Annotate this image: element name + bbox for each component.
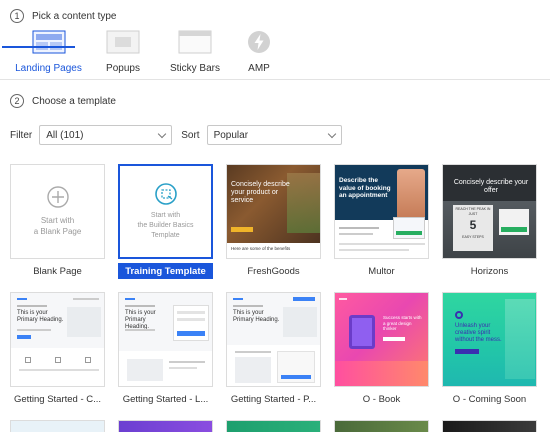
template-card-freshgoods[interactable]: Concisely describe your product or servi… bbox=[226, 164, 321, 279]
template-name: Getting Started - L... bbox=[122, 393, 209, 405]
template-card-partial[interactable] bbox=[442, 420, 537, 432]
filter-sort-bar: Filter All (101) Sort Popular bbox=[10, 125, 342, 145]
step-number: 2 bbox=[10, 94, 24, 108]
template-thumbnail[interactable] bbox=[226, 420, 321, 432]
content-type-landing-pages[interactable]: Landing Pages bbox=[10, 30, 87, 76]
step-2-header: 2 Choose a template bbox=[10, 94, 116, 108]
step-label: Pick a content type bbox=[32, 10, 117, 22]
chevron-down-icon bbox=[327, 129, 336, 138]
template-card-getting-started-c[interactable]: This is your Primary Heading. Getting St… bbox=[10, 292, 105, 407]
content-type-popups[interactable]: Popups bbox=[87, 30, 159, 76]
thumb-heading: Concisely describe your product or servi… bbox=[231, 181, 290, 204]
template-name: FreshGoods bbox=[247, 265, 300, 277]
content-type-label: AMP bbox=[248, 63, 270, 74]
plus-circle-icon bbox=[46, 186, 69, 208]
template-thumbnail[interactable]: This is your Primary Heading. bbox=[226, 292, 321, 387]
template-name: Horizons bbox=[470, 265, 509, 277]
template-thumbnail[interactable] bbox=[442, 420, 537, 432]
template-thumbnail[interactable] bbox=[118, 420, 213, 432]
filter-select[interactable]: All (101) bbox=[39, 125, 173, 145]
thumb-heading: Success starts with a great design think… bbox=[383, 315, 422, 331]
template-card-horizons[interactable]: Concisely describe your offer REACH THE … bbox=[442, 164, 537, 279]
template-thumbnail[interactable]: This is your Primary Heading. bbox=[10, 292, 105, 387]
template-name: Getting Started - P... bbox=[230, 393, 317, 405]
template-name: Multor bbox=[368, 265, 395, 277]
template-card-partial[interactable] bbox=[226, 420, 321, 432]
template-name: Getting Started - C... bbox=[13, 393, 102, 405]
thumb-badge: REACH THE PEAK IN JUST bbox=[455, 207, 491, 216]
section-divider bbox=[0, 79, 550, 80]
popup-icon bbox=[106, 30, 140, 54]
template-card-o-coming-soon[interactable]: Unleash your creative spirit without the… bbox=[442, 292, 537, 407]
template-card-blank-page[interactable]: Start with a Blank Page Blank Page bbox=[10, 164, 105, 279]
template-card-training[interactable]: Start with the Builder Basics Template T… bbox=[118, 164, 213, 279]
content-type-label: Popups bbox=[106, 63, 140, 74]
template-thumbnail[interactable] bbox=[10, 420, 105, 432]
content-type-sticky-bars[interactable]: Sticky Bars bbox=[159, 30, 231, 76]
template-thumbnail[interactable]: Unleash your creative spirit without the… bbox=[442, 292, 537, 387]
template-card-partial[interactable] bbox=[334, 420, 429, 432]
thumb-text: Start with the Builder Basics Template bbox=[137, 211, 194, 239]
template-grid: Start with a Blank Page Blank Page Start… bbox=[10, 164, 537, 432]
thumb-heading: Unleash your creative spirit without the… bbox=[455, 323, 502, 343]
template-card-getting-started-p[interactable]: This is your Primary Heading. Getting St… bbox=[226, 292, 321, 407]
template-thumbnail[interactable]: Start with a Blank Page bbox=[10, 164, 105, 259]
template-name: O - Book bbox=[362, 393, 401, 405]
thumb-heading: Concisely describe your offer bbox=[453, 179, 529, 194]
thumb-steps: EASY STEPS bbox=[462, 235, 484, 239]
template-card-o-book[interactable]: Success starts with a great design think… bbox=[334, 292, 429, 407]
step-1-header: 1 Pick a content type bbox=[10, 9, 117, 23]
template-name: Blank Page bbox=[33, 265, 82, 277]
template-thumbnail[interactable] bbox=[334, 420, 429, 432]
thumb-heading: This is your Primary Heading. bbox=[125, 310, 156, 330]
template-thumbnail[interactable]: This is your Primary Heading. bbox=[118, 292, 213, 387]
template-card-multor[interactable]: Describe the value of booking an appoint… bbox=[334, 164, 429, 279]
thumb-heading: This is your Primary Heading. bbox=[233, 310, 280, 323]
content-type-picker: Landing Pages Popups Sticky Bars AMP bbox=[10, 30, 287, 76]
thumb-text: Start with a Blank Page bbox=[33, 216, 82, 236]
thumb-heading: Describe the value of booking an appoint… bbox=[339, 177, 391, 199]
amp-bolt-icon bbox=[248, 31, 270, 53]
template-thumbnail[interactable]: Concisely describe your product or servi… bbox=[226, 164, 321, 259]
template-name: Training Template bbox=[118, 263, 213, 279]
template-card-getting-started-l[interactable]: This is your Primary Heading. Getting St… bbox=[118, 292, 213, 407]
template-thumbnail[interactable]: Describe the value of booking an appoint… bbox=[334, 164, 429, 259]
template-thumbnail[interactable]: Start with the Builder Basics Template bbox=[118, 164, 213, 259]
content-type-label: Landing Pages bbox=[15, 63, 82, 74]
content-type-label: Sticky Bars bbox=[169, 63, 220, 74]
template-thumbnail[interactable]: Concisely describe your offer REACH THE … bbox=[442, 164, 537, 259]
step-number: 1 bbox=[10, 9, 24, 23]
active-tab-underline bbox=[2, 46, 75, 48]
builder-icon bbox=[154, 182, 177, 205]
step-label: Choose a template bbox=[32, 95, 116, 107]
template-card-partial[interactable] bbox=[10, 420, 105, 432]
sort-select[interactable]: Popular bbox=[206, 125, 342, 145]
sort-value: Popular bbox=[213, 129, 249, 141]
thumb-caption: Here are some of the benefits bbox=[231, 246, 291, 251]
template-name: O - Coming Soon bbox=[452, 393, 527, 405]
template-card-partial[interactable] bbox=[118, 420, 213, 432]
filter-label: Filter bbox=[10, 129, 33, 141]
chevron-down-icon bbox=[157, 129, 167, 138]
filter-value: All (101) bbox=[46, 129, 84, 141]
content-type-amp[interactable]: AMP bbox=[231, 30, 287, 76]
sort-label: Sort bbox=[181, 129, 200, 141]
thumb-heading: This is your Primary Heading. bbox=[17, 310, 64, 323]
template-thumbnail[interactable]: Success starts with a great design think… bbox=[334, 292, 429, 387]
thumb-number: 5 bbox=[469, 218, 477, 232]
landing-pages-icon bbox=[32, 30, 65, 54]
sticky-bar-icon bbox=[178, 30, 212, 54]
